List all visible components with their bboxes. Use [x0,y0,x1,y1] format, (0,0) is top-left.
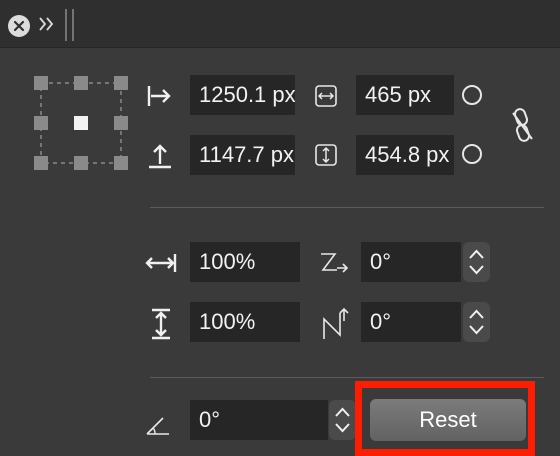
stepper-arrows-icon [469,249,484,275]
highlight-box [355,381,535,456]
anchor-top-center[interactable] [74,76,88,90]
scale-horizontal-field[interactable]: 100% [190,242,300,282]
shear-vertical-field[interactable]: 0° [361,302,461,342]
position-y-field[interactable]: 1147.7 px [190,135,295,175]
anchor-top-left[interactable] [34,76,48,90]
position-x-field[interactable]: 1250.1 px [190,75,295,115]
anchor-center[interactable] [74,116,88,130]
section-divider [150,377,544,378]
anchor-bottom-left[interactable] [34,156,48,170]
shear-horizontal-stepper[interactable] [463,242,490,282]
scale-vertical-field[interactable]: 100% [190,302,300,342]
width-field[interactable]: 465 px [356,75,454,115]
shear-horizontal-field[interactable]: 0° [361,242,461,282]
shear-horizontal-icon [321,253,349,273]
stepper-arrows-icon [469,309,484,335]
height-field[interactable]: 454.8 px [356,135,454,175]
drag-grip-icon[interactable] [63,9,77,41]
shear-vertical-icon [323,307,349,339]
position-x-icon [147,86,171,106]
position-y-icon [149,144,171,169]
close-icon[interactable] [8,15,30,37]
height-icon [315,144,337,166]
rotation-field[interactable]: 0° [190,400,328,440]
anchor-middle-right[interactable] [114,116,128,130]
rotation-angle-icon [146,417,169,435]
anchor-bottom-right[interactable] [114,156,128,170]
width-radio[interactable] [462,85,482,105]
double-chevron-right-icon[interactable] [38,10,56,38]
scale-horizontal-icon [145,254,177,272]
unlink-proportions-icon[interactable] [505,105,539,145]
anchor-top-right[interactable] [114,76,128,90]
height-radio[interactable] [462,144,482,164]
scale-vertical-icon [152,308,170,340]
anchor-bottom-center[interactable] [74,156,88,170]
section-divider [150,207,544,208]
shear-vertical-stepper[interactable] [463,302,490,342]
anchor-point-selector[interactable] [34,76,128,170]
rotation-stepper[interactable] [329,400,356,440]
anchor-middle-left[interactable] [34,116,48,130]
stepper-arrows-icon [335,407,350,433]
panel-header [0,0,560,48]
width-icon [315,85,337,107]
